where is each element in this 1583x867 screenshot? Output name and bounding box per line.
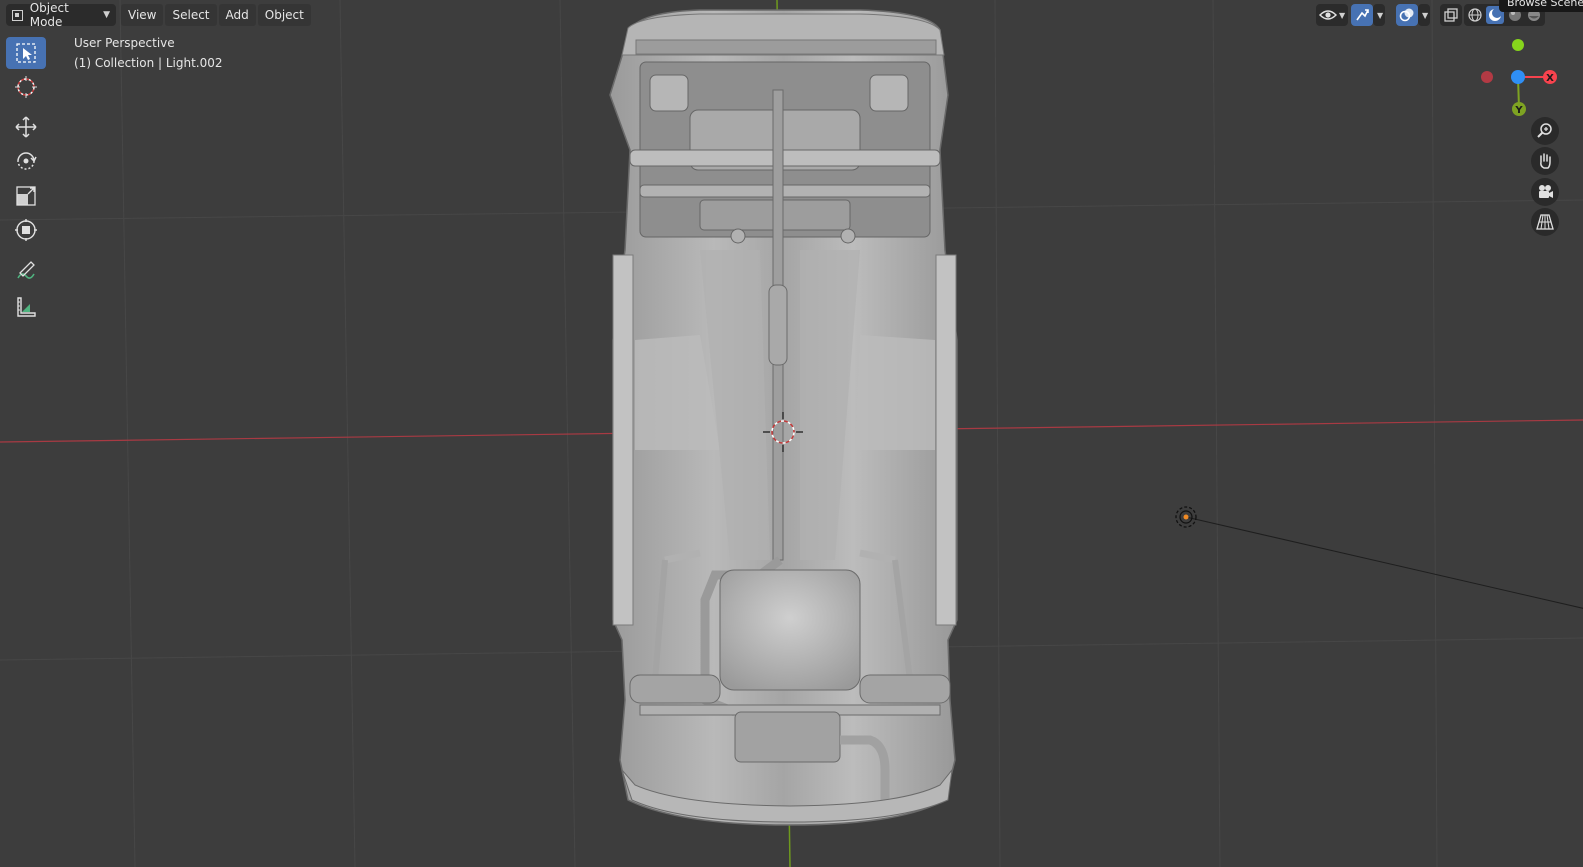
header-menu: View Select Add Object (121, 4, 311, 26)
chevron-down-icon: ▼ (1422, 10, 1429, 20)
camera-icon (1539, 185, 1553, 198)
zoom-button[interactable] (1531, 117, 1559, 145)
gizmo-y-label: Y (1514, 105, 1523, 116)
menu-view[interactable]: View (121, 4, 164, 26)
transform-icon (15, 219, 37, 241)
overlay-icon (1399, 8, 1414, 22)
measure-icon (17, 297, 36, 317)
tool-select-box[interactable] (6, 37, 46, 69)
annotate-icon (17, 261, 35, 279)
xray-toggle-button[interactable] (1440, 4, 1462, 26)
viewport-canvas (0, 0, 1583, 867)
pan-button[interactable] (1531, 147, 1559, 175)
3d-viewport[interactable] (0, 0, 1583, 867)
select-box-icon (16, 43, 36, 63)
gizmo-z-center (1511, 70, 1525, 84)
gizmo-z-positive (1512, 39, 1524, 51)
scale-icon (16, 186, 36, 206)
chevron-down-icon: ▼ (103, 10, 110, 20)
viewport-perspective-label: User Perspective (74, 36, 175, 50)
light-object (1175, 506, 1583, 609)
menu-add[interactable]: Add (218, 4, 256, 26)
gizmo-toggle-button[interactable] (1351, 4, 1373, 26)
zoom-icon (1537, 123, 1552, 138)
hand-icon (1540, 153, 1551, 169)
perspective-toggle-button[interactable] (1531, 208, 1559, 236)
navigation-gizmo[interactable]: X Y (1475, 32, 1575, 127)
visibility-button[interactable]: ▼ (1316, 4, 1349, 26)
tool-transform[interactable] (6, 214, 46, 246)
gizmo-icon (1356, 9, 1369, 21)
tooltip: Browse Scene (1499, 0, 1583, 12)
gizmo-dropdown-button[interactable]: ▼ (1373, 4, 1386, 26)
visibility-control[interactable]: ▼ (1316, 4, 1349, 26)
active-object-label: (1) Collection | Light.002 (74, 56, 223, 70)
gizmo-x-label: X (1546, 73, 1554, 84)
tool-measure[interactable] (6, 291, 46, 323)
xray-control[interactable] (1440, 4, 1462, 26)
overlay-control[interactable]: ▼ (1396, 4, 1431, 26)
gizmo-x-negative (1481, 71, 1493, 83)
eye-icon (1319, 10, 1337, 20)
tool-rotate[interactable] (6, 145, 46, 177)
menu-select[interactable]: Select (165, 4, 217, 26)
gizmo-control[interactable]: ▼ (1351, 4, 1386, 26)
tool-move[interactable] (6, 111, 46, 143)
overlay-dropdown-button[interactable]: ▼ (1418, 4, 1431, 26)
mode-dropdown[interactable]: Object Mode ▼ (6, 1, 116, 29)
wireframe-shading-icon[interactable] (1467, 7, 1483, 23)
mode-label: Object Mode (29, 1, 69, 29)
camera-view-button[interactable] (1531, 178, 1559, 206)
cursor-icon (15, 76, 37, 98)
grid-icon (1536, 214, 1554, 230)
object-mode-icon (12, 9, 23, 21)
tool-cursor[interactable] (6, 71, 46, 103)
chevron-down-icon: ▼ (1377, 10, 1384, 20)
viewport-header: Object Mode ▼ View Select Add Object ▼ ▼ (0, 0, 1583, 30)
tool-annotate[interactable] (6, 255, 46, 287)
xray-icon (1444, 8, 1458, 22)
rotate-icon (17, 152, 37, 170)
chevron-down-icon: ▼ (1339, 10, 1346, 20)
move-icon (15, 116, 37, 138)
overlay-toggle-button[interactable] (1396, 4, 1418, 26)
menu-object[interactable]: Object (257, 4, 311, 26)
tool-scale[interactable] (6, 180, 46, 212)
